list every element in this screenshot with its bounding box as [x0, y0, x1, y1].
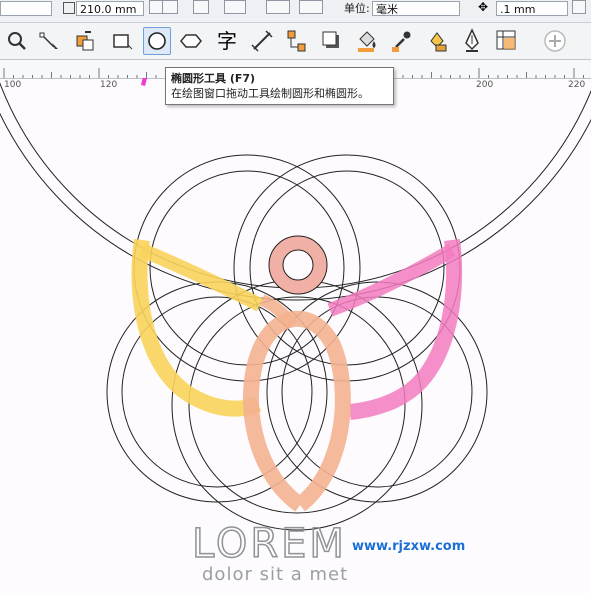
connector-tool-button[interactable]	[283, 27, 311, 55]
units-label: 单位:	[344, 2, 370, 15]
shape-node-icon	[39, 32, 58, 49]
current-page-button[interactable]	[299, 0, 323, 14]
mesh-fill-icon	[496, 30, 516, 50]
all-pages-button[interactable]	[266, 0, 290, 14]
watermark-text: www.rjzxw.com	[352, 539, 465, 554]
landscape-button[interactable]	[224, 0, 246, 14]
rectangle-icon	[113, 34, 133, 50]
ellipse-tool-tooltip: 椭圆形工具 (F7) 在绘图窗口拖动工具绘制圆形和椭圆形。	[165, 67, 394, 105]
drop-shadow-icon	[322, 31, 339, 48]
interactive-fill-tool-button[interactable]	[423, 27, 451, 55]
polygon-tool-button[interactable]	[178, 27, 206, 55]
interactive-fill-icon	[430, 32, 447, 52]
toolbox: 字	[0, 23, 591, 60]
magnifier-icon	[8, 32, 26, 50]
connector-icon	[287, 30, 306, 52]
tooltip-description: 在绘图窗口拖动工具绘制圆形和椭圆形。	[171, 87, 369, 100]
units-select[interactable]: 毫米	[372, 1, 460, 16]
pointer-arrow	[141, 78, 148, 86]
plus-circle-icon	[544, 30, 566, 52]
nudge-field[interactable]: .1 mm	[496, 1, 568, 16]
pen-tool-button[interactable]	[458, 27, 486, 55]
pen-nib-icon	[465, 28, 479, 52]
yellow-band-upper	[139, 243, 264, 312]
guide-circles	[106, 154, 488, 531]
property-bar: 210.0 mm 单位: 毫米 ✥ .1 mm	[0, 0, 591, 23]
logo-text: LOREM	[192, 521, 347, 567]
object-size-field[interactable]	[0, 1, 52, 16]
eyedropper-tool-button[interactable]	[388, 27, 416, 55]
text-tool-button[interactable]: 字	[213, 27, 241, 55]
portrait-button[interactable]	[193, 0, 209, 14]
drop-shadow-tool-button[interactable]	[318, 27, 346, 55]
mesh-fill-tool-button[interactable]	[493, 27, 521, 55]
shape-tool-button[interactable]	[36, 27, 64, 55]
pink-band-upper	[327, 243, 456, 317]
fill-tool-button[interactable]	[353, 27, 381, 55]
tooltip-title: 椭圆形工具 (F7)	[171, 72, 256, 85]
drawing-canvas[interactable]: LOREM dolor sit a met www.rjzxw.com	[0, 78, 591, 593]
height-field[interactable]: 210.0 mm	[76, 1, 144, 16]
eyedropper-icon	[392, 31, 411, 52]
ratio-spin-button[interactable]	[162, 0, 178, 14]
outer-arcs	[0, 82, 591, 301]
tagline-text: dolor sit a met	[202, 564, 348, 585]
height-icon	[63, 2, 75, 14]
paint-bucket-icon	[358, 31, 376, 52]
dimension-icon	[251, 30, 273, 52]
nudge-spin-button[interactable]	[572, 0, 586, 14]
ellipse-tool-button[interactable]	[143, 27, 171, 55]
smart-fill-tool-button[interactable]	[72, 27, 100, 55]
yellow-band	[131, 238, 262, 417]
customize-tool-button[interactable]	[541, 27, 569, 55]
text-icon: 字	[217, 29, 237, 53]
nudge-icon: ✥	[478, 0, 489, 14]
dimension-tool-button[interactable]	[248, 27, 276, 55]
zoom-tool-button[interactable]	[3, 27, 31, 55]
polygon-icon	[180, 34, 202, 48]
ellipse-icon	[148, 32, 166, 50]
smart-fill-icon	[76, 31, 94, 51]
rectangle-tool-button[interactable]	[108, 27, 136, 55]
peach-loop	[243, 310, 351, 512]
